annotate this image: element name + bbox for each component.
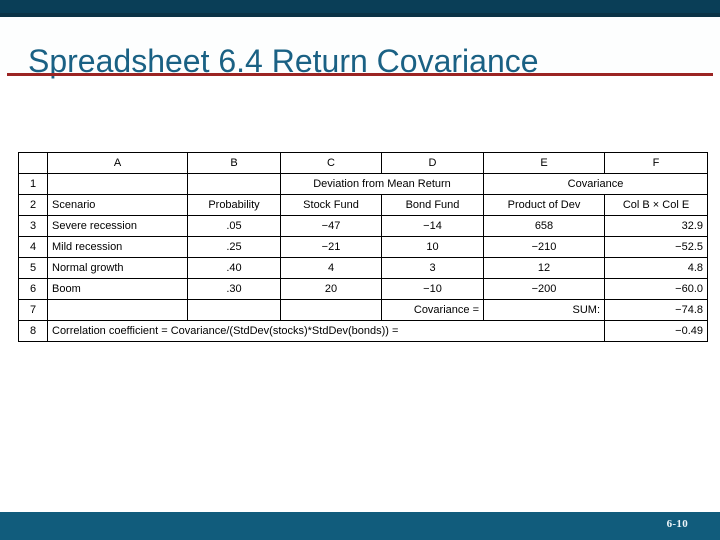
- table-row: 4 Mild recession .25 −21 10 −210 −52.5: [18, 236, 708, 258]
- column-header-e[interactable]: E: [483, 152, 605, 174]
- cell-f5-weighted-product[interactable]: 4.8: [604, 257, 708, 279]
- cell-e2-product-of-dev[interactable]: Product of Dev: [483, 194, 605, 216]
- cell-d3-bond-deviation[interactable]: −14: [381, 215, 484, 237]
- cell-e5-product-of-dev[interactable]: 12: [483, 257, 605, 279]
- cell-c1-deviation-header[interactable]: Deviation from Mean Return: [280, 173, 484, 195]
- row-number-3[interactable]: 3: [18, 215, 48, 237]
- cell-b2-probability[interactable]: Probability: [187, 194, 281, 216]
- row-number-5[interactable]: 5: [18, 257, 48, 279]
- table-row: 6 Boom .30 20 −10 −200 −60.0: [18, 278, 708, 300]
- cell-f4-weighted-product[interactable]: −52.5: [604, 236, 708, 258]
- cell-a6-scenario-name[interactable]: Boom: [47, 278, 188, 300]
- cell-c3-stock-deviation[interactable]: −47: [280, 215, 382, 237]
- row-number-8[interactable]: 8: [18, 320, 48, 342]
- cell-c7[interactable]: [280, 299, 382, 321]
- cell-d5-bond-deviation[interactable]: 3: [381, 257, 484, 279]
- cell-c5-stock-deviation[interactable]: 4: [280, 257, 382, 279]
- cell-c2-stock-fund[interactable]: Stock Fund: [280, 194, 382, 216]
- cell-d7-covariance-label[interactable]: Covariance =: [381, 299, 484, 321]
- cell-b1[interactable]: [187, 173, 281, 195]
- cell-e3-product-of-dev[interactable]: 658: [483, 215, 605, 237]
- cell-c6-stock-deviation[interactable]: 20: [280, 278, 382, 300]
- table-row: 5 Normal growth .40 4 3 12 4.8: [18, 257, 708, 279]
- cell-a5-scenario-name[interactable]: Normal growth: [47, 257, 188, 279]
- cell-b7[interactable]: [187, 299, 281, 321]
- cell-a3-scenario-name[interactable]: Severe recession: [47, 215, 188, 237]
- column-header-a[interactable]: A: [47, 152, 188, 174]
- footer-bar: [0, 512, 720, 540]
- cell-e1-covariance-header[interactable]: Covariance: [483, 173, 708, 195]
- table-row: 3 Severe recession .05 −47 −14 658 32.9: [18, 215, 708, 237]
- cell-f8-correlation-value[interactable]: −0.49: [604, 320, 708, 342]
- row-number-6[interactable]: 6: [18, 278, 48, 300]
- page-number: 6-10: [666, 518, 688, 530]
- cell-f2-col-b-times-col-e[interactable]: Col B × Col E: [604, 194, 708, 216]
- corner-cell: [18, 152, 48, 174]
- cell-a7[interactable]: [47, 299, 188, 321]
- cell-f7-covariance-value[interactable]: −74.8: [604, 299, 708, 321]
- cell-e6-product-of-dev[interactable]: −200: [483, 278, 605, 300]
- cell-b4-probability[interactable]: .25: [187, 236, 281, 258]
- cell-f3-weighted-product[interactable]: 32.9: [604, 215, 708, 237]
- cell-e4-product-of-dev[interactable]: −210: [483, 236, 605, 258]
- table-row: 2 Scenario Probability Stock Fund Bond F…: [18, 194, 708, 216]
- cell-f6-weighted-product[interactable]: −60.0: [604, 278, 708, 300]
- table-row: 1 Deviation from Mean Return Covariance: [18, 173, 708, 195]
- column-header-d[interactable]: D: [381, 152, 484, 174]
- title-area: Spreadsheet 6.4 Return Covariance: [0, 17, 720, 79]
- title-divider-rule: [7, 73, 713, 76]
- cell-d4-bond-deviation[interactable]: 10: [381, 236, 484, 258]
- row-number-4[interactable]: 4: [18, 236, 48, 258]
- cell-a1[interactable]: [47, 173, 188, 195]
- column-header-b[interactable]: B: [187, 152, 281, 174]
- cell-b3-probability[interactable]: .05: [187, 215, 281, 237]
- table-row: 7 Covariance = SUM: −74.8: [18, 299, 708, 321]
- row-number-2[interactable]: 2: [18, 194, 48, 216]
- cell-c4-stock-deviation[interactable]: −21: [280, 236, 382, 258]
- row-number-1[interactable]: 1: [18, 173, 48, 195]
- column-header-c[interactable]: C: [280, 152, 382, 174]
- cell-b5-probability[interactable]: .40: [187, 257, 281, 279]
- cell-d6-bond-deviation[interactable]: −10: [381, 278, 484, 300]
- cell-b6-probability[interactable]: .30: [187, 278, 281, 300]
- cell-d2-bond-fund[interactable]: Bond Fund: [381, 194, 484, 216]
- column-header-f[interactable]: F: [604, 152, 708, 174]
- table-row: 8 Correlation coefficient = Covariance/(…: [18, 320, 708, 342]
- cell-a8-correlation-formula-label[interactable]: Correlation coefficient = Covariance/(St…: [47, 320, 605, 342]
- top-accent-bar: [0, 0, 720, 13]
- spreadsheet-table: A B C D E F 1 Deviation from Mean Return…: [18, 152, 708, 342]
- column-header-row: A B C D E F: [18, 152, 708, 174]
- cell-e7-sum-label[interactable]: SUM:: [483, 299, 605, 321]
- cell-a2-scenario[interactable]: Scenario: [47, 194, 188, 216]
- cell-a4-scenario-name[interactable]: Mild recession: [47, 236, 188, 258]
- row-number-7[interactable]: 7: [18, 299, 48, 321]
